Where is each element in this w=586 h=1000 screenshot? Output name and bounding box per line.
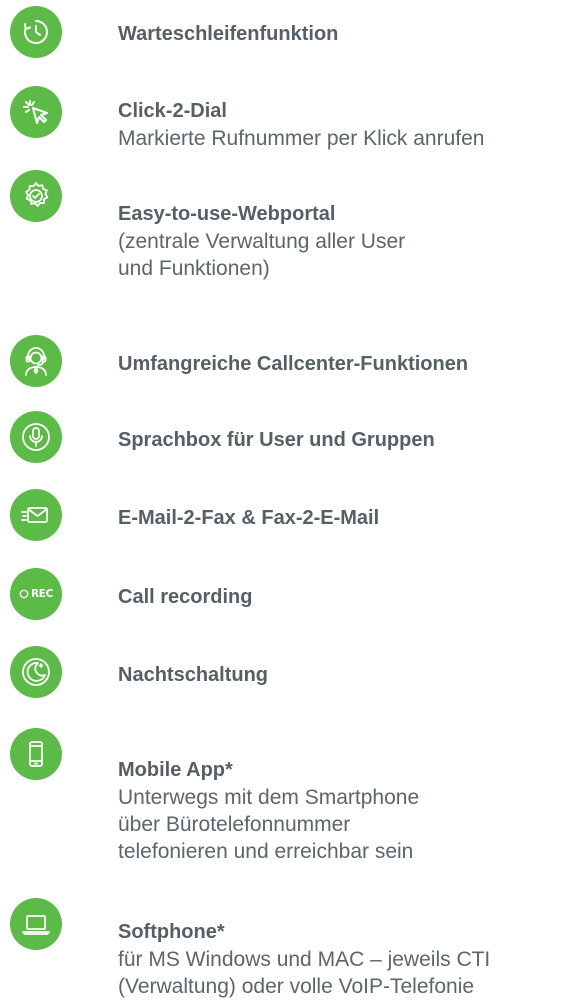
feature-title: Easy-to-use-Webportal	[118, 203, 336, 225]
gear-check-icon	[10, 170, 62, 222]
feature-title: Umfangreiche Callcenter-Funktionen	[118, 353, 469, 375]
feature-title: Call recording	[118, 586, 253, 608]
rec-label: REC	[30, 588, 54, 600]
feature-description: Markierte Rufnummer per Klick anrufen	[118, 127, 485, 150]
feature-title: E-Mail-2-Fax & Fax-2-E-Mail	[118, 507, 380, 529]
feature-title: Sprachbox für User und Gruppen	[118, 429, 435, 451]
feature-description: Unterwegs mit dem Smartphone über Bürote…	[118, 786, 420, 863]
cursor-click-icon	[10, 86, 62, 138]
feature-title: Softphone*	[118, 921, 225, 943]
feature-description: für MS Windows und MAC – jeweils CTI (Ve…	[118, 948, 491, 998]
headset-agent-icon	[10, 335, 62, 387]
record-icon: REC	[10, 568, 62, 620]
smartphone-icon	[10, 728, 62, 780]
feature-title: Mobile App*	[118, 759, 233, 781]
feature-title: Warteschleifenfunktion	[118, 23, 339, 45]
moon-icon	[10, 646, 62, 698]
clock-icon	[10, 6, 62, 58]
microphone-icon	[10, 411, 62, 463]
feature-title: Click-2-Dial	[118, 100, 227, 122]
feature-title: Nachtschaltung	[118, 664, 269, 686]
fax-mail-icon	[10, 489, 62, 541]
feature-description: (zentrale Verwaltung aller User und Funk…	[118, 230, 406, 280]
laptop-icon	[10, 898, 62, 950]
